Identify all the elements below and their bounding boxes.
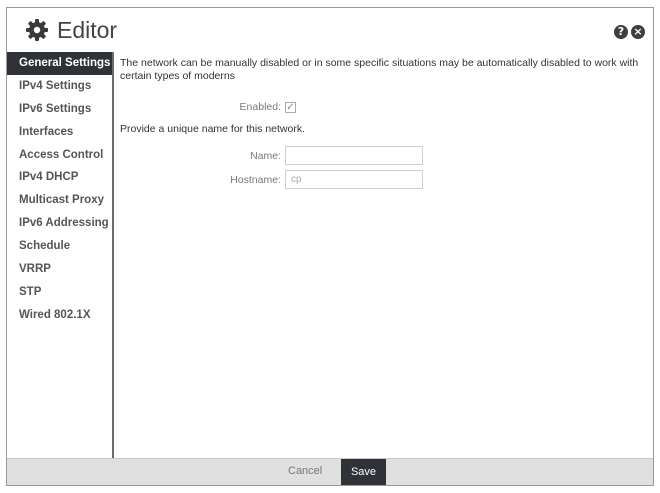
hostname-input[interactable] — [285, 170, 423, 189]
name-row: Name: — [120, 146, 423, 165]
dialog-footer: Cancel Save — [7, 458, 653, 485]
settings-panel: The network can be manually disabled or … — [118, 52, 652, 459]
enabled-row: Enabled: ✓ — [120, 101, 296, 113]
sidebar-item-ipv4-settings[interactable]: IPv4 Settings — [7, 75, 112, 98]
cancel-button[interactable]: Cancel — [288, 465, 322, 477]
save-button[interactable]: Save — [341, 459, 386, 485]
close-icon[interactable]: × — [631, 25, 645, 39]
sidebar-item-interfaces[interactable]: Interfaces — [7, 121, 112, 144]
sidebar-item-ipv6-addressing[interactable]: IPv6 Addressing — [7, 212, 112, 235]
sidebar-item-stp[interactable]: STP — [7, 281, 112, 304]
provide-name-text: Provide a unique name for this network. — [120, 123, 306, 135]
description-text: The network can be manually disabled or … — [120, 57, 639, 82]
sidebar-item-ipv4-dhcp[interactable]: IPv4 DHCP — [7, 166, 112, 189]
sidebar-item-general-settings[interactable]: General Settings — [7, 52, 112, 75]
name-input[interactable] — [285, 146, 423, 165]
name-label: Name: — [250, 149, 281, 162]
hostname-row: Hostname: — [120, 170, 423, 189]
sidebar-item-vrrp[interactable]: VRRP — [7, 258, 112, 281]
enabled-checkbox[interactable]: ✓ — [285, 101, 296, 113]
help-icon[interactable]: ? — [614, 25, 628, 39]
title-group: Editor — [25, 18, 117, 42]
editor-dialog: Editor ? × General Settings IPv4 Setting… — [6, 7, 654, 486]
sidebar-item-access-control[interactable]: Access Control — [7, 144, 112, 167]
sidebar-item-ipv6-settings[interactable]: IPv6 Settings — [7, 98, 112, 121]
sidebar-item-schedule[interactable]: Schedule — [7, 235, 112, 258]
hostname-label: Hostname: — [230, 173, 281, 186]
dialog-header: Editor ? × — [7, 8, 653, 52]
sidebar-item-multicast-proxy[interactable]: Multicast Proxy — [7, 189, 112, 212]
gear-icon — [26, 19, 48, 41]
sidebar-nav: General Settings IPv4 Settings IPv6 Sett… — [7, 52, 114, 459]
enabled-label: Enabled: — [239, 101, 281, 113]
sidebar-item-wired-8021x[interactable]: Wired 802.1X — [7, 304, 112, 327]
header-actions: ? × — [614, 25, 645, 39]
dialog-title: Editor — [57, 17, 118, 43]
